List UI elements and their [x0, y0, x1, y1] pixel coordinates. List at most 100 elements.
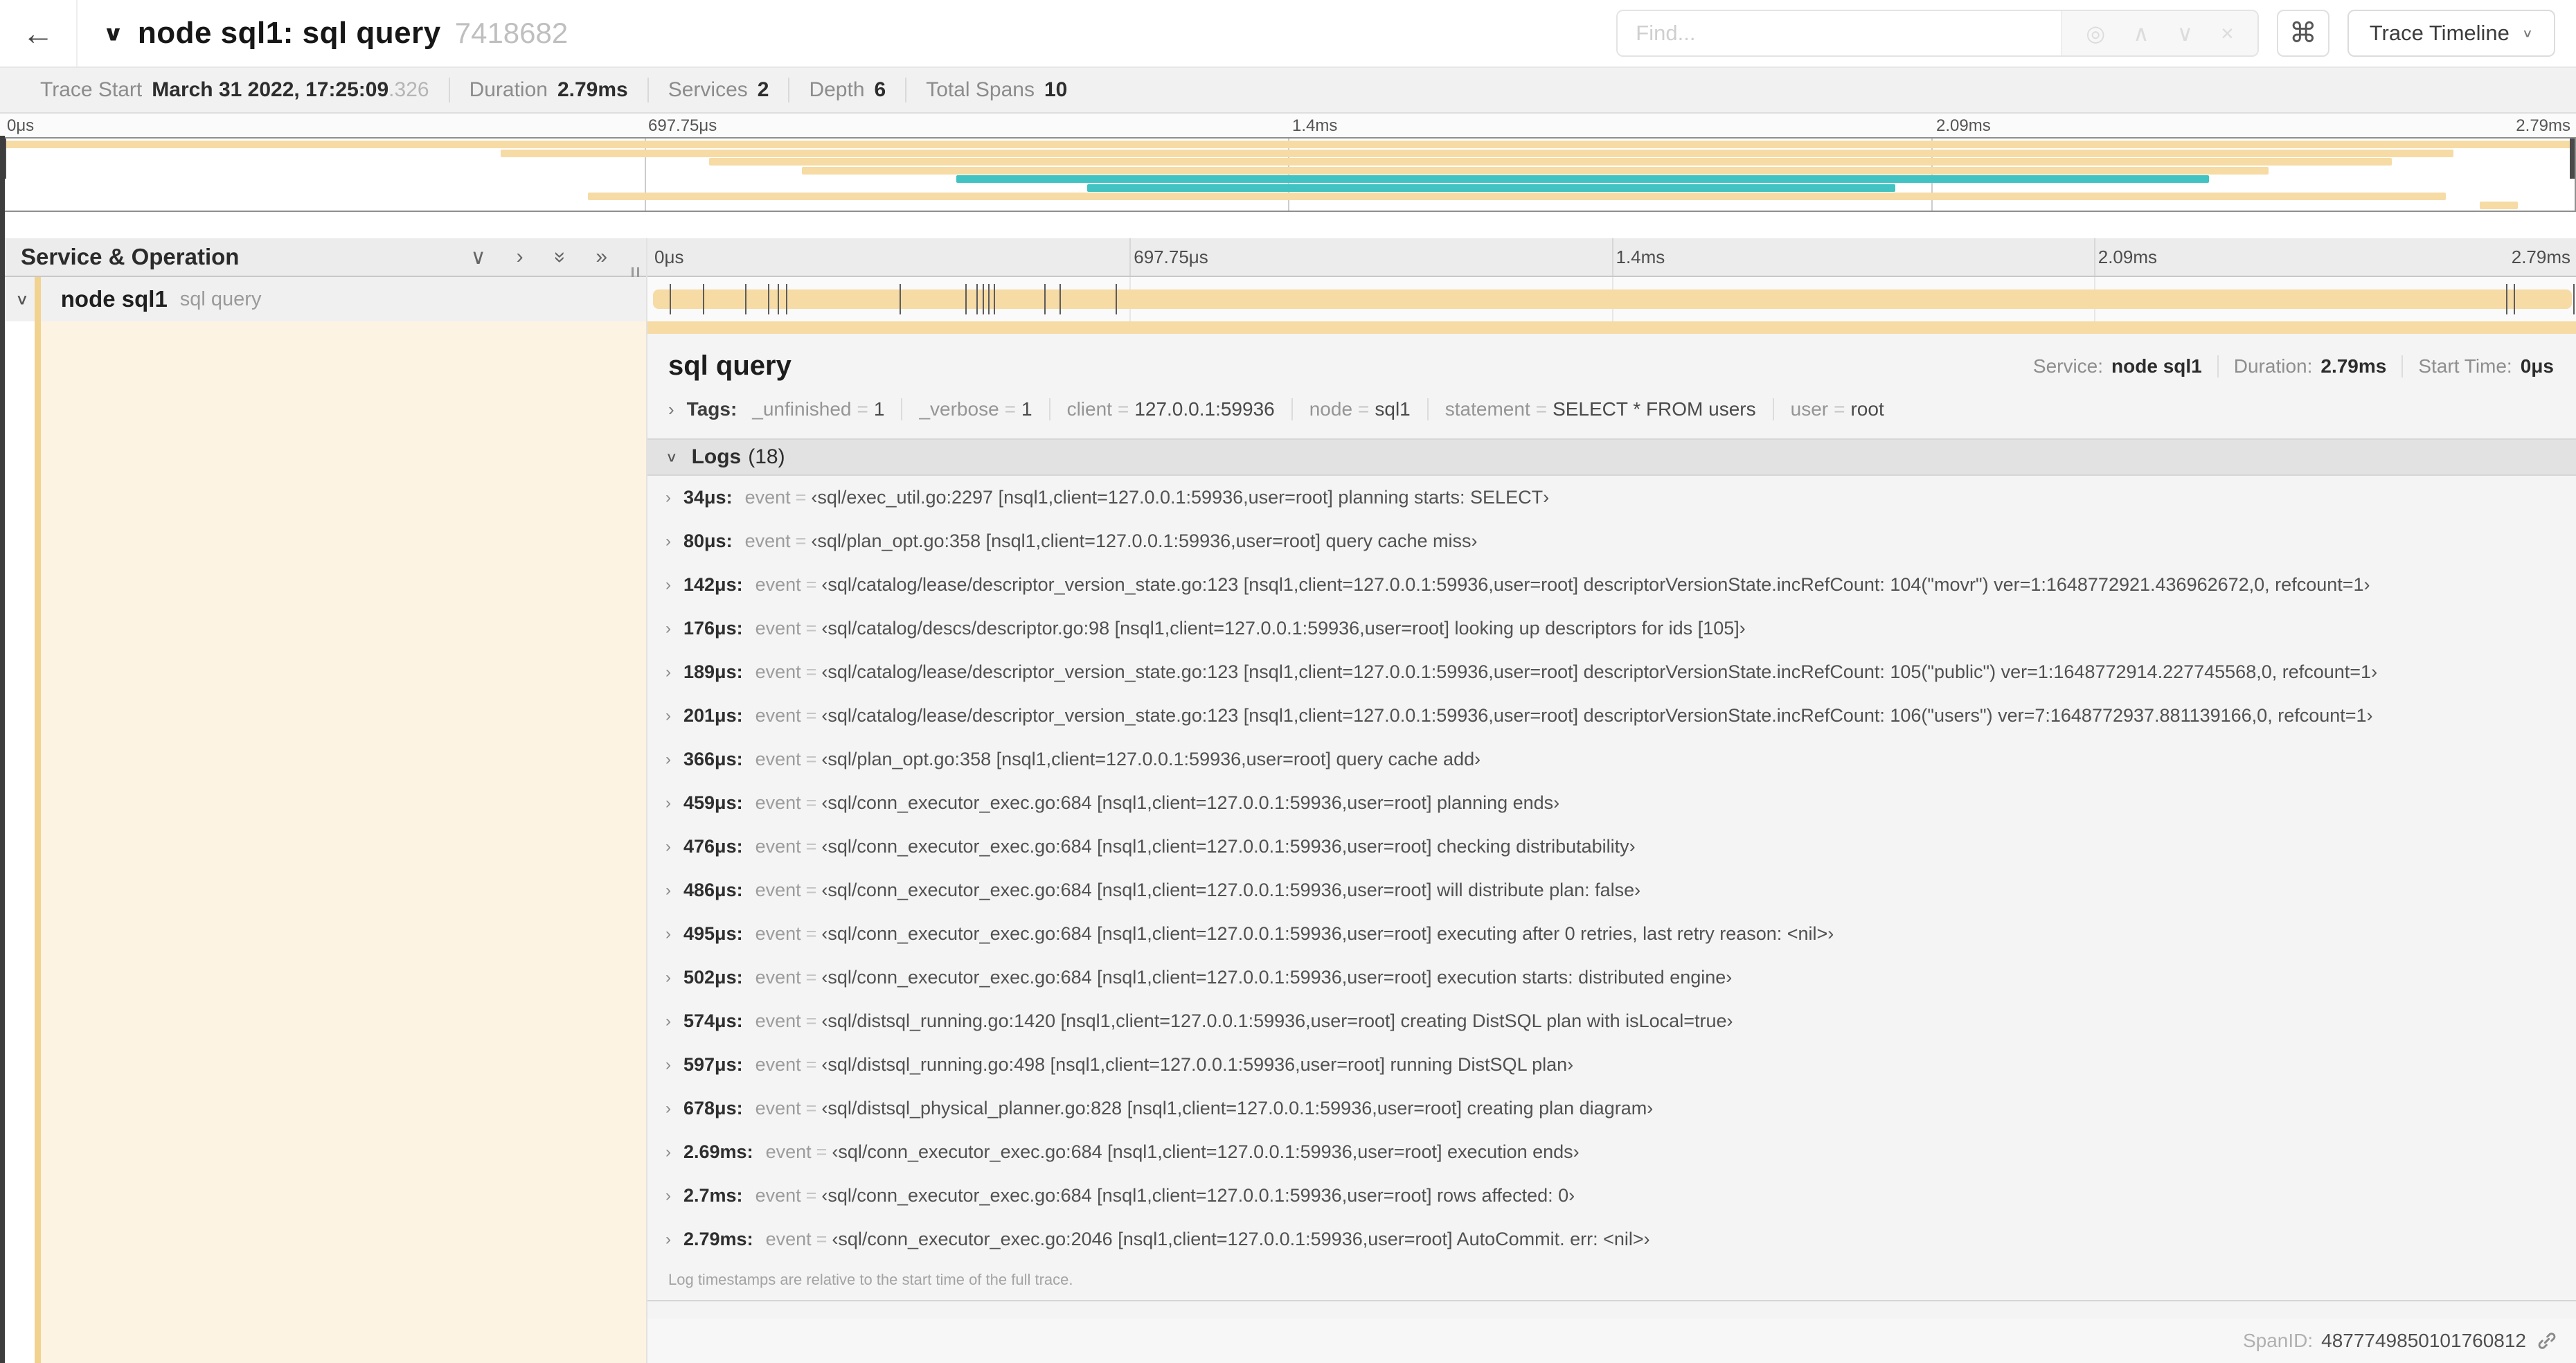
log-row[interactable]: › 459μs: event = ‹sql/conn_executor_exec.go:… — [647, 781, 2576, 825]
log-tick-marker — [702, 284, 704, 314]
log-timestamp: 597μs: — [683, 1054, 743, 1075]
tags-label: Tags: — [686, 398, 737, 420]
keyboard-shortcuts-button[interactable]: ⌘ — [2276, 10, 2329, 57]
log-expand-icon[interactable]: › — [665, 837, 671, 857]
log-expand-icon[interactable]: › — [665, 532, 671, 551]
span-color-stripe — [35, 277, 41, 321]
span-duration-bar[interactable] — [653, 289, 2572, 309]
find-controls: ◎ ∧ ∨ × — [2061, 11, 2257, 55]
tag-value: root — [1850, 398, 1884, 420]
log-expand-icon[interactable]: › — [665, 1230, 671, 1249]
span-row-label[interactable]: ∨ node sql1 sql query — [0, 277, 646, 321]
duration-group: Duration 2.79ms — [450, 78, 649, 103]
overview-service: Service: node sql1 — [2018, 355, 2219, 377]
log-row[interactable]: › 597μs: event = ‹sql/distsql_running.go:498… — [647, 1043, 2576, 1087]
logs-collapse-icon[interactable]: ∨ — [665, 449, 678, 465]
prev-result-icon[interactable]: ∧ — [2133, 20, 2149, 46]
log-row[interactable]: › 476μs: event = ‹sql/conn_executor_exec.go:… — [647, 825, 2576, 868]
logs-header[interactable]: ∨ Logs (18) — [647, 438, 2576, 476]
view-select-button[interactable]: Trace Timeline ∨ — [2347, 10, 2555, 57]
log-event-key: event — [765, 1141, 812, 1162]
row-collapse-icon[interactable]: ∨ — [15, 291, 29, 308]
tag-item: user = root — [1774, 398, 1901, 420]
log-tick-marker — [987, 284, 990, 314]
log-expand-icon[interactable]: › — [665, 1012, 671, 1031]
collapse-all-icon[interactable]: » — [547, 251, 571, 263]
next-result-icon[interactable]: ∨ — [2177, 20, 2193, 46]
log-row[interactable]: › 80μs: event = ‹sql/plan_opt.go:358 [nsql1,… — [647, 519, 2576, 563]
minimap-right-scrubber[interactable] — [2570, 139, 2575, 179]
log-event-value: ‹sql/conn_executor_exec.go:684 [nsql1,cl… — [821, 1185, 1575, 1206]
log-timestamp: 176μs: — [683, 618, 743, 639]
log-event-value: ‹sql/conn_executor_exec.go:684 [nsql1,cl… — [821, 923, 1834, 944]
log-row[interactable]: › 176μs: event = ‹sql/catalog/descs/descript… — [647, 607, 2576, 650]
log-expand-icon[interactable]: › — [665, 706, 671, 726]
minimap-span — [708, 158, 2392, 166]
collapse-trace-icon[interactable]: ∨ — [102, 21, 124, 46]
log-event-key: event — [755, 880, 801, 900]
log-tick-marker — [778, 284, 780, 314]
log-row[interactable]: › 2.7ms: event = ‹sql/conn_executor_exec.go:… — [647, 1174, 2576, 1218]
log-tick-marker — [965, 284, 967, 314]
log-row[interactable]: › 34μs: event = ‹sql/exec_util.go:2297 [nsql… — [647, 476, 2576, 519]
log-row[interactable]: › 486μs: event = ‹sql/conn_executor_exec.go:… — [647, 868, 2576, 912]
log-timestamp: 502μs: — [683, 967, 743, 988]
log-row[interactable]: › 495μs: event = ‹sql/conn_executor_exec.go:… — [647, 912, 2576, 956]
log-event-key: event — [755, 1185, 801, 1206]
tick-label: 1.4ms — [1292, 116, 1338, 135]
tick-label: 2.79ms — [2516, 116, 2570, 135]
log-row[interactable]: › 678μs: event = ‹sql/distsql_physical_plann… — [647, 1087, 2576, 1130]
service-label: Service: — [2032, 355, 2104, 377]
log-row[interactable]: › 142μs: event = ‹sql/catalog/lease/descript… — [647, 563, 2576, 607]
start-time-label: Start Time: — [2418, 355, 2512, 377]
log-event-key: event — [755, 749, 801, 769]
tags-expand-icon[interactable]: › — [668, 399, 674, 420]
tags-row[interactable]: › Tags: _unfinished = 1 _verbose = 1 client = 12… — [647, 391, 2576, 431]
trace-minimap[interactable] — [0, 137, 2576, 212]
log-expand-icon[interactable]: › — [665, 1099, 671, 1119]
back-button[interactable]: ← — [0, 0, 78, 66]
log-row[interactable]: › 201μs: event = ‹sql/catalog/lease/descript… — [647, 694, 2576, 738]
deep-link-icon[interactable] — [2536, 1330, 2558, 1352]
expand-all-icon[interactable]: » — [596, 245, 607, 269]
clear-search-icon[interactable]: × — [2221, 21, 2234, 46]
tag-key: node — [1309, 398, 1353, 420]
log-row[interactable]: › 189μs: event = ‹sql/catalog/lease/descript… — [647, 650, 2576, 694]
find-input[interactable] — [1618, 11, 2061, 55]
left-scrollbar[interactable] — [0, 136, 5, 1363]
log-expand-icon[interactable]: › — [665, 750, 671, 769]
log-expand-icon[interactable]: › — [665, 1186, 671, 1206]
log-expand-icon[interactable]: › — [665, 1055, 671, 1075]
log-expand-icon[interactable]: › — [665, 576, 671, 595]
log-expand-icon[interactable]: › — [665, 663, 671, 682]
log-row[interactable]: › 574μs: event = ‹sql/distsql_running.go:142… — [647, 999, 2576, 1043]
locate-icon[interactable]: ◎ — [2086, 20, 2105, 46]
trace-info-bar: Trace Start March 31 2022, 17:25:09.326 … — [0, 66, 2576, 114]
duration-label: Duration: — [2233, 355, 2313, 377]
log-row[interactable]: › 2.69ms: event = ‹sql/conn_executor_exec.go… — [647, 1130, 2576, 1174]
collapse-one-icon[interactable]: ∨ — [471, 245, 486, 269]
services-label: Services — [668, 78, 748, 101]
log-expand-icon[interactable]: › — [665, 1143, 671, 1162]
expand-one-icon[interactable]: › — [517, 245, 524, 269]
log-event-value: ‹sql/plan_opt.go:358 [nsql1,client=127.0… — [821, 749, 1481, 769]
log-expand-icon[interactable]: › — [665, 619, 671, 639]
log-row[interactable]: › 2.79ms: event = ‹sql/conn_executor_exec.go… — [647, 1218, 2576, 1261]
log-expand-icon[interactable]: › — [665, 488, 671, 508]
log-row[interactable]: › 366μs: event = ‹sql/plan_opt.go:358 [nsql1… — [647, 738, 2576, 781]
log-event-key: event — [755, 792, 801, 813]
log-expand-icon[interactable]: › — [665, 794, 671, 813]
total-spans-group: Total Spans 10 — [906, 78, 1086, 103]
service-value: node sql1 — [2111, 355, 2202, 377]
log-row[interactable]: › 502μs: event = ‹sql/conn_executor_exec.go:… — [647, 956, 2576, 999]
log-expand-icon[interactable]: › — [665, 881, 671, 900]
log-equals: = — [805, 749, 817, 769]
log-expand-icon[interactable]: › — [665, 925, 671, 944]
span-bar-row[interactable] — [647, 277, 2576, 321]
log-expand-icon[interactable]: › — [665, 968, 671, 988]
log-event-value: ‹sql/conn_executor_exec.go:684 [nsql1,cl… — [821, 880, 1641, 900]
log-equals: = — [805, 705, 817, 726]
span-color-stripe — [35, 321, 41, 1363]
log-tick-marker — [994, 284, 996, 314]
trace-start-value: March 31 2022, 17:25:09.326 — [152, 78, 429, 101]
